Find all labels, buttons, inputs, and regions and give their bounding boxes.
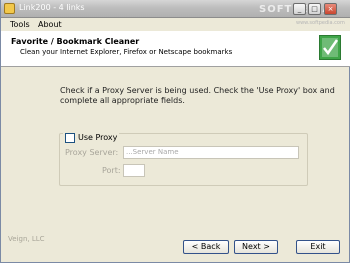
use-proxy-toggle[interactable]: Use Proxy — [63, 132, 120, 143]
wizard-header: Favorite / Bookmark Cleaner Clean your I… — [1, 31, 350, 67]
next-button[interactable]: Next > — [234, 240, 278, 254]
port-input[interactable] — [123, 164, 145, 177]
menu-about[interactable]: About — [38, 20, 62, 29]
proxy-server-label: Proxy Server: — [65, 148, 119, 157]
use-proxy-label: Use Proxy — [78, 133, 118, 142]
use-proxy-checkbox[interactable] — [65, 132, 75, 143]
back-button[interactable]: < Back — [183, 240, 229, 254]
company-label: Veign, LLC — [8, 235, 45, 243]
header-subtitle: Clean your Internet Explorer, Firefox or… — [20, 48, 233, 56]
header-title: Favorite / Bookmark Cleaner — [11, 37, 140, 46]
title-bar[interactable]: Link200 - 4 links SOFTPEDIA _ □ × — [1, 0, 350, 18]
window-title: Link200 - 4 links — [19, 3, 85, 12]
menu-tools[interactable]: Tools — [10, 20, 30, 29]
close-button[interactable]: × — [324, 3, 337, 15]
instructions-text: Check if a Proxy Server is being used. C… — [60, 86, 335, 105]
maximize-button[interactable]: □ — [308, 3, 321, 15]
minimize-button[interactable]: _ — [293, 3, 306, 15]
exit-button[interactable]: Exit — [296, 240, 340, 254]
checkmark-document-icon — [319, 35, 341, 60]
port-label: Port: — [102, 166, 121, 175]
softpedia-url: www.softpedia.com — [296, 20, 345, 26]
proxy-server-input[interactable]: ...Server Name — [123, 146, 299, 159]
app-icon — [4, 3, 15, 14]
app-window: Link200 - 4 links SOFTPEDIA _ □ × Tools … — [0, 0, 350, 263]
